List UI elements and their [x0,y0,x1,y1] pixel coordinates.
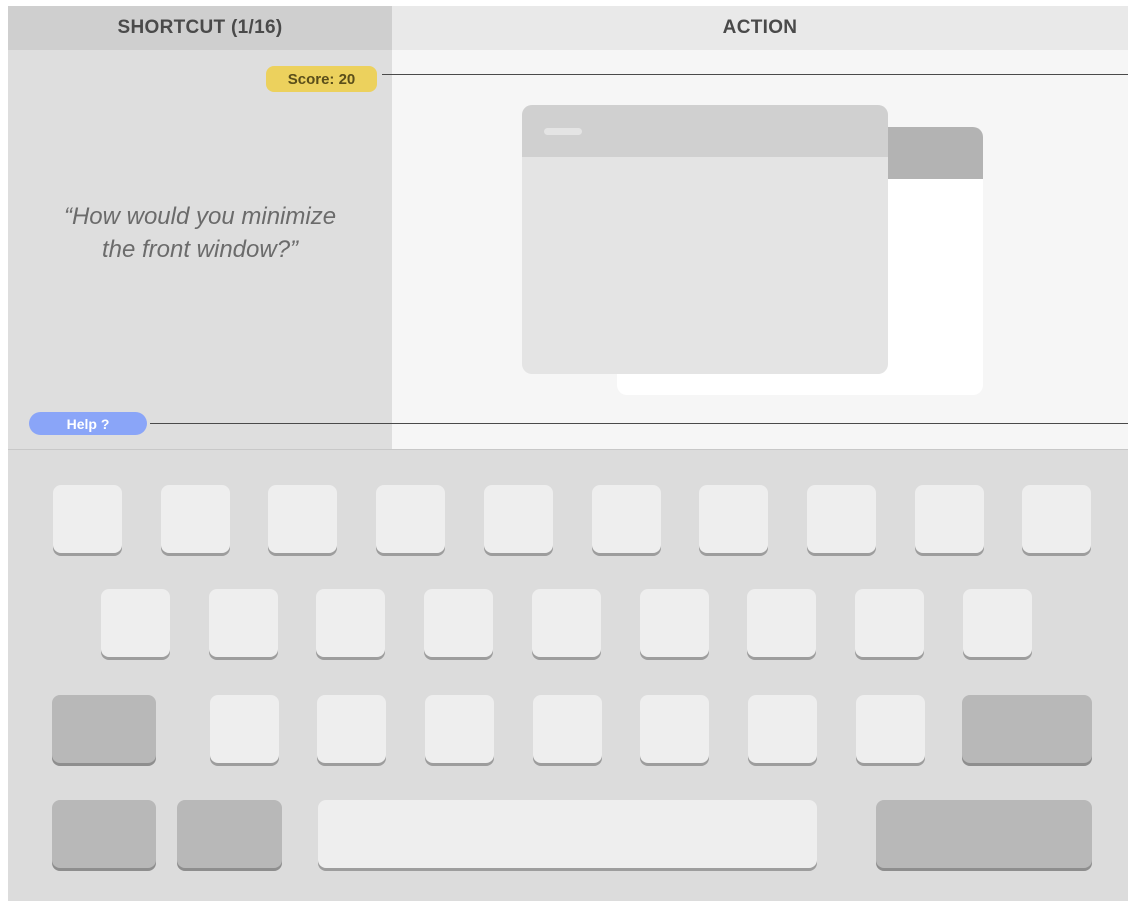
spacebar-key[interactable] [318,800,817,868]
help-divider-line [150,423,1128,424]
action-panel [392,50,1128,449]
shortcut-header: SHORTCUT (1/16) [8,6,392,50]
keyboard-key[interactable] [640,695,709,763]
help-button[interactable]: Help ? [29,412,147,435]
keyboard-key[interactable] [210,695,279,763]
modifier-key[interactable] [177,800,282,868]
modifier-key[interactable] [52,800,156,868]
question-panel: “How would you minimize the front window… [8,50,392,449]
modifier-key[interactable] [962,695,1092,763]
keyboard-key[interactable] [101,589,170,657]
keyboard-key[interactable] [316,589,386,657]
front-window-titlebar [522,105,888,157]
keyboard-key[interactable] [483,485,553,553]
keyboard-key[interactable] [699,485,769,553]
shortcut-trainer: SHORTCUT (1/16) ACTION “How would you mi… [8,6,1128,901]
keyboard-key[interactable] [425,695,494,763]
score-divider-line [382,74,1128,75]
window-title-placeholder [544,128,582,135]
score-badge: Score: 20 [266,66,377,92]
keyboard-key[interactable] [376,485,446,553]
keyboard-key[interactable] [208,589,278,657]
keyboard-key[interactable] [748,695,817,763]
keyboard-key[interactable] [424,589,494,657]
keyboard-key[interactable] [53,485,122,553]
keyboard-key[interactable] [531,589,601,657]
keyboard-key[interactable] [160,485,230,553]
action-header: ACTION [392,6,1128,50]
keyboard-key[interactable] [962,589,1032,657]
keyboard-key[interactable] [317,695,386,763]
keyboard-key[interactable] [533,695,602,763]
keyboard-key[interactable] [1022,485,1092,553]
question-text: “How would you minimize the front window… [8,200,392,266]
modifier-key[interactable] [52,695,156,763]
keyboard-key[interactable] [639,589,709,657]
keyboard-key[interactable] [268,485,338,553]
keyboard [8,449,1128,901]
keyboard-key[interactable] [747,589,817,657]
keyboard-key[interactable] [856,695,925,763]
question-line-1: “How would you minimize [63,203,337,230]
keyboard-key[interactable] [591,485,661,553]
front-window-illustration [522,105,888,374]
keyboard-key[interactable] [914,485,984,553]
modifier-key[interactable] [876,800,1092,868]
keyboard-key[interactable] [854,589,924,657]
question-line-2: the front window?” [101,236,299,263]
keyboard-key[interactable] [806,485,876,553]
